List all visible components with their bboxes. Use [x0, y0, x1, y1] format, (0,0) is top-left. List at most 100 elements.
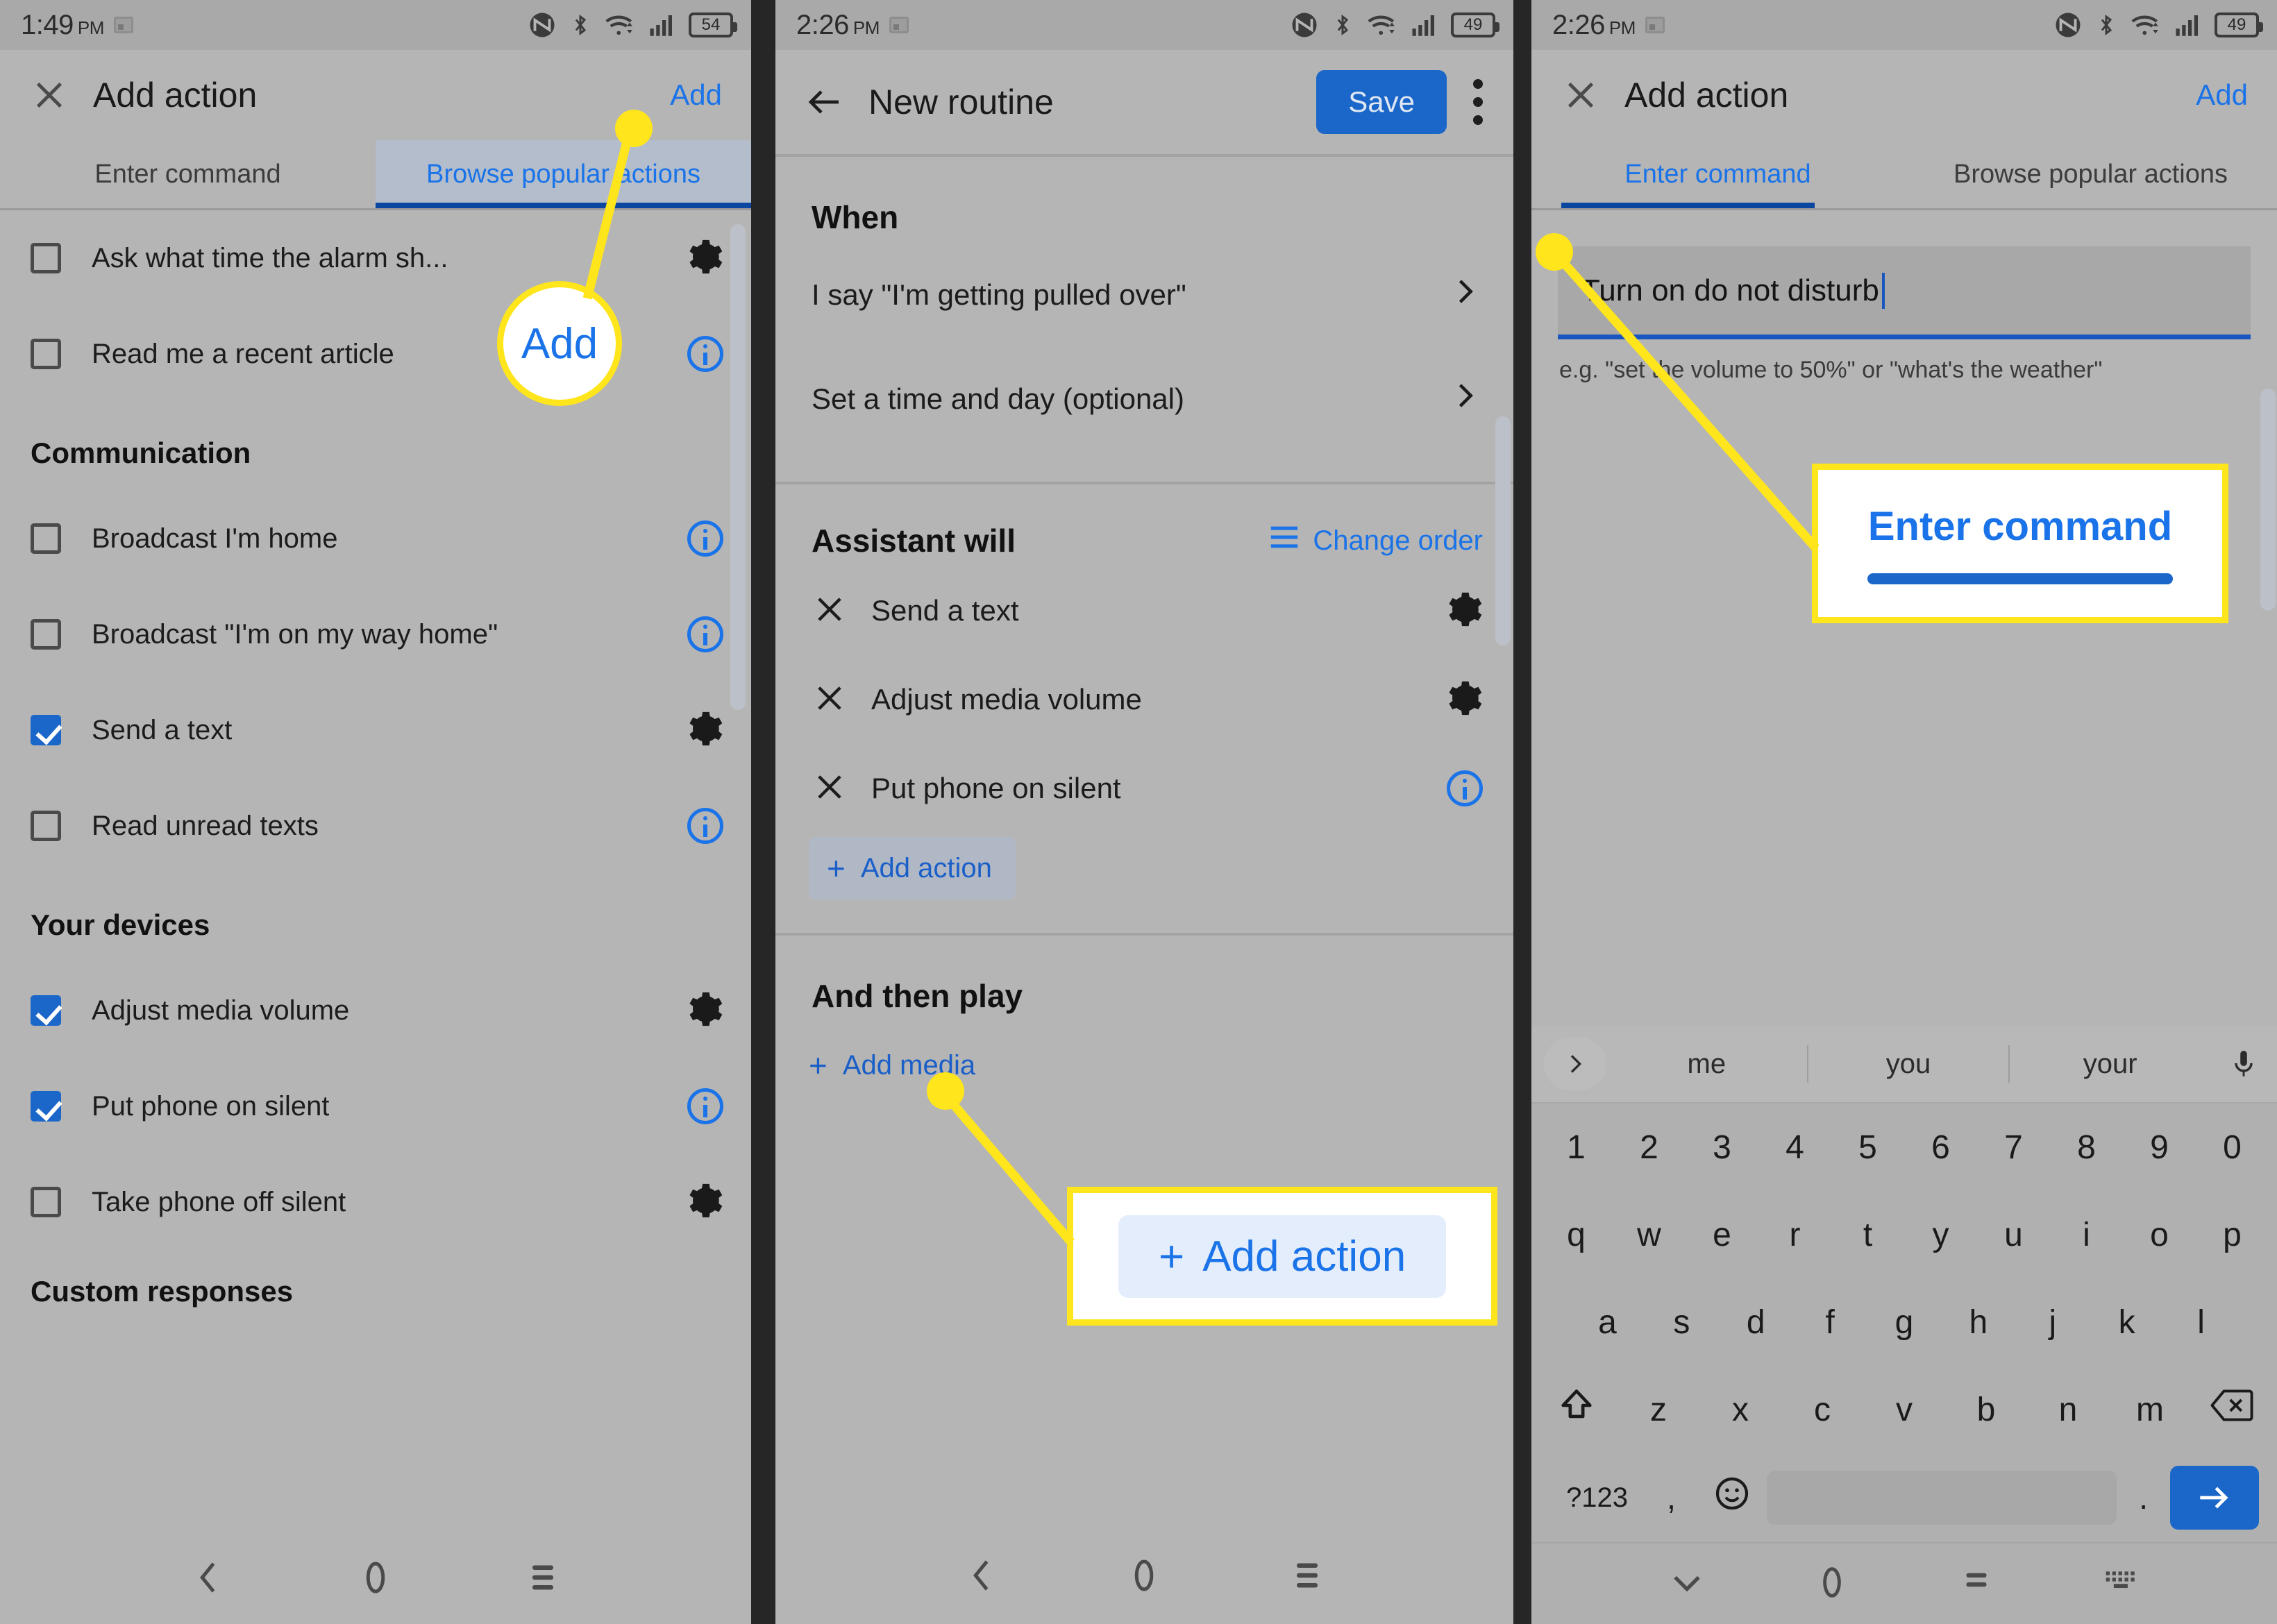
tab-browse-popular-actions[interactable]: Browse popular actions [1904, 140, 2277, 208]
add-button[interactable]: Add [670, 78, 726, 112]
key-8[interactable]: 8 [2050, 1128, 2123, 1167]
list-item[interactable]: Read me a recent article [0, 306, 751, 402]
key-n[interactable]: n [2027, 1391, 2109, 1429]
symbols-key[interactable]: ?123 [1549, 1482, 1645, 1514]
suggestion-you[interactable]: you [1808, 1049, 2009, 1080]
gear-icon[interactable] [1443, 678, 1483, 722]
info-icon[interactable] [687, 808, 723, 844]
space-key[interactable] [1766, 1471, 2117, 1525]
back-arrow-icon[interactable] [800, 78, 849, 126]
key-x[interactable]: x [1699, 1391, 1781, 1429]
key-s[interactable]: s [1645, 1303, 1719, 1342]
backspace-icon[interactable] [2191, 1387, 2273, 1432]
tab-browse-popular-actions[interactable]: Browse popular actions [376, 140, 751, 208]
key-3[interactable]: 3 [1686, 1128, 1758, 1167]
checkbox[interactable] [31, 619, 61, 650]
key-m[interactable]: m [2109, 1391, 2191, 1429]
key-h[interactable]: h [1941, 1303, 2015, 1342]
checkbox[interactable] [31, 811, 61, 841]
microphone-icon[interactable] [2210, 1046, 2277, 1082]
change-order-button[interactable]: Change order [1268, 523, 1483, 558]
suggestion-your[interactable]: your [2010, 1049, 2210, 1080]
checkbox[interactable] [31, 715, 61, 745]
key-2[interactable]: 2 [1613, 1128, 1686, 1167]
key-7[interactable]: 7 [1977, 1128, 2050, 1167]
close-icon[interactable] [1556, 71, 1605, 119]
more-vertical-icon[interactable] [1473, 79, 1483, 125]
comma-key[interactable]: , [1645, 1479, 1698, 1516]
command-input[interactable]: Turn on do not disturb [1558, 246, 2251, 339]
when-row-phrase[interactable]: I say "I'm getting pulled over" [775, 243, 1513, 347]
key-g[interactable]: g [1867, 1303, 1942, 1342]
nav-home-icon[interactable] [1123, 1555, 1165, 1596]
nav-recents-icon[interactable] [1956, 1562, 1997, 1606]
add-button[interactable]: Add [2196, 78, 2252, 112]
add-action-button[interactable]: + Add action [809, 837, 1016, 899]
nav-back-icon[interactable] [187, 1557, 229, 1598]
nav-recents-icon[interactable] [1286, 1555, 1328, 1596]
checkbox[interactable] [31, 995, 61, 1026]
remove-icon[interactable] [812, 680, 848, 720]
checkbox[interactable] [31, 339, 61, 369]
shift-icon[interactable] [1536, 1385, 1618, 1434]
key-u[interactable]: u [1977, 1216, 2050, 1254]
suggestion-me[interactable]: me [1606, 1049, 1807, 1080]
key-e[interactable]: e [1686, 1216, 1758, 1254]
key-1[interactable]: 1 [1540, 1128, 1613, 1167]
key-w[interactable]: w [1613, 1216, 1686, 1254]
info-icon[interactable] [687, 1088, 723, 1124]
gear-icon[interactable] [683, 989, 723, 1033]
period-key[interactable]: . [2117, 1479, 2170, 1516]
key-9[interactable]: 9 [2123, 1128, 2196, 1167]
list-item[interactable]: Put phone on silent [0, 1058, 751, 1154]
key-a[interactable]: a [1570, 1303, 1645, 1342]
checkbox[interactable] [31, 1091, 61, 1122]
key-6[interactable]: 6 [1904, 1128, 1977, 1167]
assistant-action-row[interactable]: Send a text [775, 566, 1513, 655]
key-d[interactable]: d [1719, 1303, 1793, 1342]
close-icon[interactable] [25, 71, 74, 119]
scrollbar-thumb[interactable] [2260, 389, 2276, 611]
list-item[interactable]: Adjust media volume [0, 963, 751, 1058]
key-c[interactable]: c [1781, 1391, 1863, 1429]
info-icon[interactable] [687, 616, 723, 652]
gear-icon[interactable] [683, 237, 723, 280]
key-v[interactable]: v [1863, 1391, 1945, 1429]
key-k[interactable]: k [2090, 1303, 2164, 1342]
when-row-time[interactable]: Set a time and day (optional) [775, 347, 1513, 451]
tab-enter-command[interactable]: Enter command [1531, 140, 1904, 208]
checkbox[interactable] [31, 243, 61, 273]
info-icon[interactable] [687, 521, 723, 557]
checkbox[interactable] [31, 1187, 61, 1217]
nav-back-icon[interactable] [961, 1555, 1002, 1596]
key-i[interactable]: i [2050, 1216, 2123, 1254]
remove-icon[interactable] [812, 769, 848, 809]
key-j[interactable]: j [2015, 1303, 2090, 1342]
list-item[interactable]: Take phone off silent [0, 1154, 751, 1250]
key-t[interactable]: t [1831, 1216, 1904, 1254]
list-item[interactable]: Send a text [0, 682, 751, 778]
emoji-icon[interactable] [1698, 1474, 1767, 1521]
info-icon[interactable] [687, 336, 723, 372]
gear-icon[interactable] [683, 1181, 723, 1224]
action-list[interactable]: Ask what time the alarm sh... Read me a … [0, 210, 751, 1529]
chevron-right-icon[interactable] [1544, 1038, 1606, 1090]
nav-home-icon[interactable] [1812, 1562, 1852, 1606]
gear-icon[interactable] [1443, 589, 1483, 633]
checkbox[interactable] [31, 523, 61, 554]
assistant-action-row[interactable]: Adjust media volume [775, 655, 1513, 744]
key-o[interactable]: o [2123, 1216, 2196, 1254]
nav-collapse-keyboard-icon[interactable] [1667, 1562, 1707, 1606]
scrollbar-thumb[interactable] [1495, 416, 1511, 645]
key-q[interactable]: q [1540, 1216, 1613, 1254]
save-button[interactable]: Save [1316, 70, 1447, 134]
assistant-action-row[interactable]: Put phone on silent [775, 744, 1513, 833]
info-icon[interactable] [1447, 770, 1483, 806]
remove-icon[interactable] [812, 591, 848, 631]
tab-enter-command[interactable]: Enter command [0, 140, 376, 208]
enter-arrow-icon[interactable] [2169, 1466, 2259, 1530]
key-0[interactable]: 0 [2196, 1128, 2269, 1167]
key-l[interactable]: l [2164, 1303, 2238, 1342]
list-item[interactable]: Ask what time the alarm sh... [0, 210, 751, 306]
key-p[interactable]: p [2196, 1216, 2269, 1254]
